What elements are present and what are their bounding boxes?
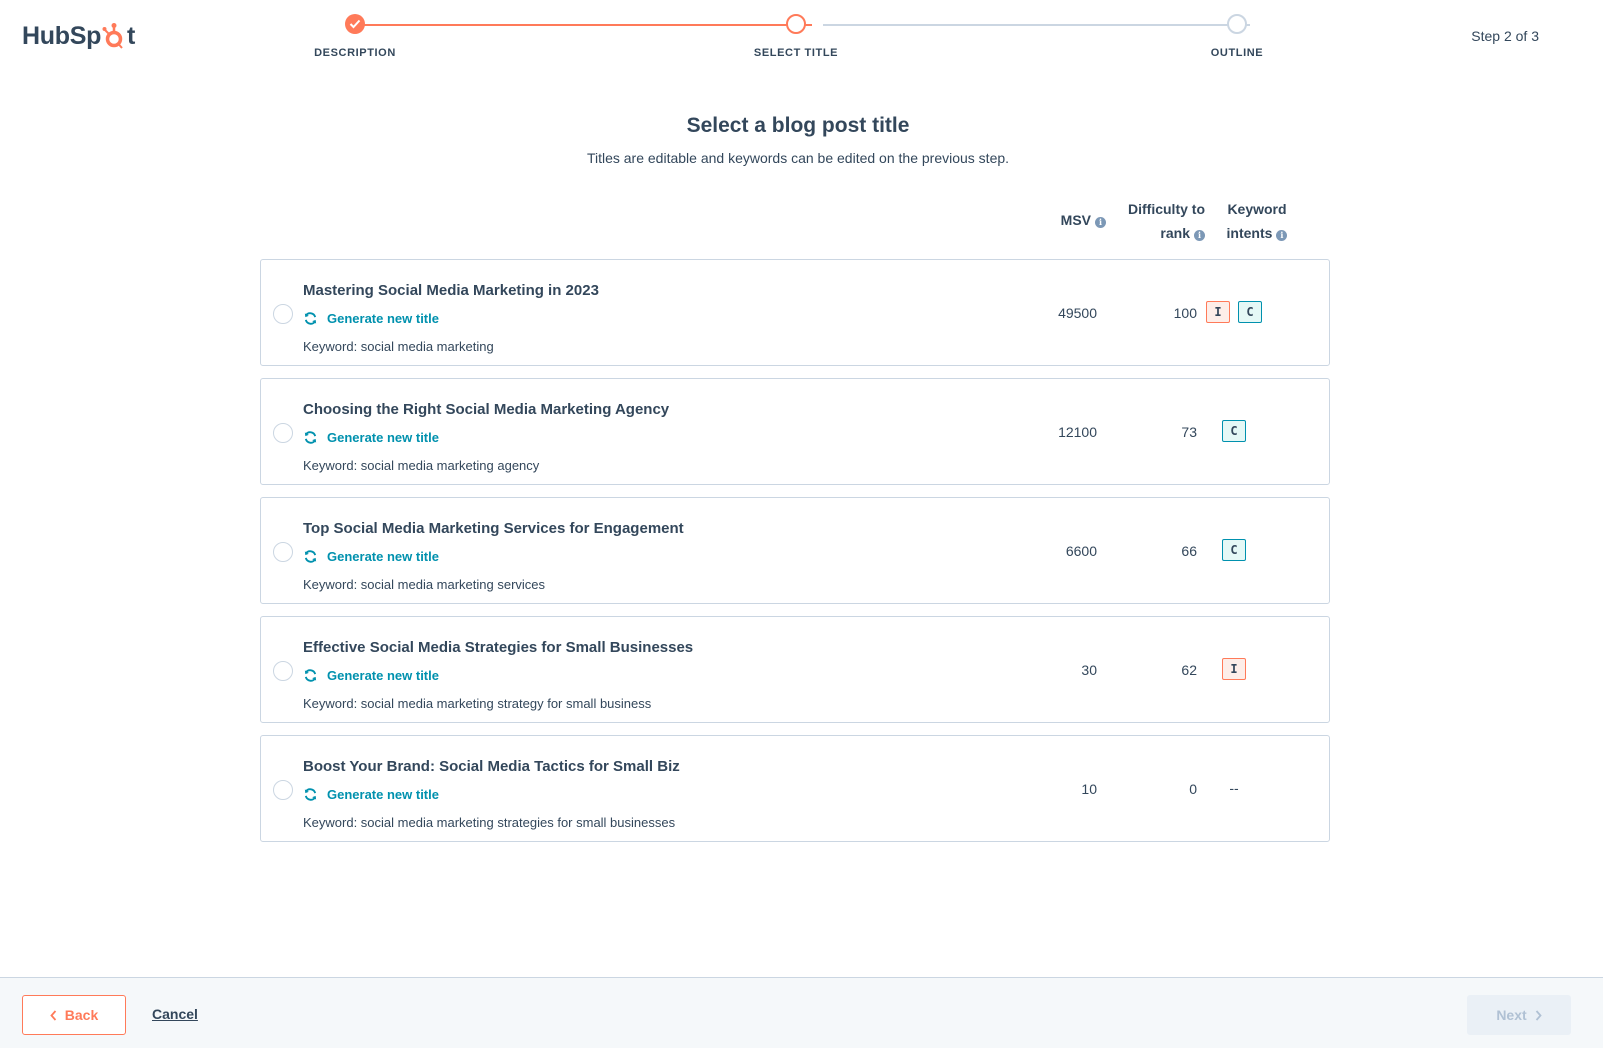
refresh-icon bbox=[304, 788, 317, 801]
no-intents-placeholder: -- bbox=[1229, 780, 1239, 796]
step-label: OUTLINE bbox=[1210, 47, 1264, 59]
info-icon[interactable]: i bbox=[1194, 230, 1205, 241]
generate-new-title-link[interactable]: Generate new title bbox=[303, 430, 439, 445]
generate-new-title-link[interactable]: Generate new title bbox=[303, 787, 439, 802]
pending-step-indicator bbox=[1227, 14, 1247, 34]
step-outline: OUTLINE bbox=[1167, 12, 1307, 59]
logo-text-right: t bbox=[127, 21, 136, 50]
column-header-label: Keyword bbox=[1227, 201, 1287, 217]
generate-new-title-label: Generate new title bbox=[327, 787, 439, 802]
generate-new-title-label: Generate new title bbox=[327, 311, 439, 326]
title-radio[interactable] bbox=[273, 423, 293, 443]
progress-stepper: DESCRIPTION SELECT TITLE OUTLINE bbox=[300, 12, 1300, 72]
chevron-right-icon bbox=[1535, 1009, 1542, 1021]
generate-new-title-link[interactable]: Generate new title bbox=[303, 549, 439, 564]
cancel-button[interactable]: Cancel bbox=[152, 1006, 198, 1022]
next-button[interactable]: Next bbox=[1467, 995, 1571, 1035]
column-header-label: MSV bbox=[1060, 212, 1091, 228]
title-radio[interactable] bbox=[273, 780, 293, 800]
keyword-text: Keyword: social media marketing bbox=[303, 339, 494, 354]
step-description: DESCRIPTION bbox=[285, 12, 425, 59]
keyword-text: Keyword: social media marketing strategy… bbox=[303, 696, 652, 711]
generate-new-title-label: Generate new title bbox=[327, 668, 439, 683]
msv-value: 49500 bbox=[1058, 305, 1097, 321]
intent-badge-commercial: C bbox=[1222, 420, 1246, 442]
intent-badge-informational: I bbox=[1206, 301, 1230, 323]
refresh-icon bbox=[304, 312, 317, 325]
info-icon[interactable]: i bbox=[1276, 230, 1288, 241]
generate-new-title-label: Generate new title bbox=[327, 549, 439, 564]
step-label: DESCRIPTION bbox=[314, 47, 396, 59]
keyword-text: Keyword: social media marketing services bbox=[303, 577, 546, 592]
title-option-row[interactable]: Boost Your Brand: Social Media Tactics f… bbox=[260, 735, 1330, 842]
column-header-label: rank bbox=[1160, 225, 1190, 241]
hubspot-logo: HubSp t bbox=[22, 20, 135, 52]
title-text[interactable]: Effective Social Media Strategies for Sm… bbox=[303, 639, 693, 656]
check-icon bbox=[345, 14, 365, 34]
generate-new-title-link[interactable]: Generate new title bbox=[303, 311, 439, 326]
column-header-difficulty: Difficulty to rank i bbox=[1095, 197, 1205, 245]
msv-value: 10 bbox=[1081, 781, 1097, 797]
keyword-intents: I bbox=[1184, 658, 1284, 680]
msv-value: 6600 bbox=[1065, 543, 1097, 559]
sprocket-icon bbox=[102, 22, 126, 50]
back-button-label: Back bbox=[64, 1007, 99, 1023]
footer-bar: Back Cancel Next bbox=[0, 977, 1603, 1048]
chevron-left-icon bbox=[50, 1009, 56, 1021]
column-header-label: Difficulty to bbox=[1128, 201, 1205, 217]
title-radio[interactable] bbox=[273, 661, 293, 681]
intent-badge-commercial: C bbox=[1238, 301, 1262, 323]
title-option-row[interactable]: Choosing the Right Social Media Marketin… bbox=[260, 378, 1330, 485]
keyword-text: Keyword: social media marketing strategi… bbox=[303, 815, 676, 830]
column-header-msv: MSV i bbox=[1026, 208, 1106, 232]
title-option-row[interactable]: Effective Social Media Strategies for Sm… bbox=[260, 616, 1330, 723]
page-subtitle: Titles are editable and keywords can be … bbox=[586, 150, 1010, 166]
keyword-intents: C bbox=[1184, 539, 1284, 561]
next-button-label: Next bbox=[1496, 1007, 1527, 1023]
title-radio[interactable] bbox=[273, 542, 293, 562]
msv-value: 30 bbox=[1081, 662, 1097, 678]
title-text[interactable]: Choosing the Right Social Media Marketin… bbox=[303, 401, 669, 418]
step-select-title: SELECT TITLE bbox=[726, 12, 866, 59]
refresh-icon bbox=[304, 431, 317, 444]
page-title: Select a blog post title bbox=[686, 114, 910, 137]
title-text[interactable]: Top Social Media Marketing Services for … bbox=[303, 520, 684, 537]
refresh-icon bbox=[304, 669, 317, 682]
keyword-intents: -- bbox=[1184, 777, 1284, 799]
intent-badge-commercial: C bbox=[1222, 539, 1246, 561]
title-option-row[interactable]: Mastering Social Media Marketing in 2023… bbox=[260, 259, 1330, 366]
msv-value: 12100 bbox=[1058, 424, 1097, 440]
title-radio[interactable] bbox=[273, 304, 293, 324]
logo-text-left: HubSp bbox=[22, 21, 102, 50]
keyword-intents: C bbox=[1184, 420, 1284, 442]
back-button[interactable]: Back bbox=[22, 995, 126, 1035]
step-label: SELECT TITLE bbox=[753, 47, 839, 59]
title-option-row[interactable]: Top Social Media Marketing Services for … bbox=[260, 497, 1330, 604]
generate-new-title-label: Generate new title bbox=[327, 430, 439, 445]
column-header-keyword-intents: Keyword intents i bbox=[1207, 197, 1307, 245]
title-text[interactable]: Boost Your Brand: Social Media Tactics f… bbox=[303, 758, 680, 775]
intent-badge-informational: I bbox=[1222, 658, 1246, 680]
keyword-intents: I C bbox=[1184, 301, 1284, 323]
current-step-indicator bbox=[786, 14, 806, 34]
column-header-label: intents bbox=[1226, 225, 1273, 241]
title-text[interactable]: Mastering Social Media Marketing in 2023 bbox=[303, 282, 599, 299]
refresh-icon bbox=[304, 550, 317, 563]
keyword-text: Keyword: social media marketing agency bbox=[303, 458, 540, 473]
step-counter: Step 2 of 3 bbox=[1471, 28, 1539, 44]
generate-new-title-link[interactable]: Generate new title bbox=[303, 668, 439, 683]
